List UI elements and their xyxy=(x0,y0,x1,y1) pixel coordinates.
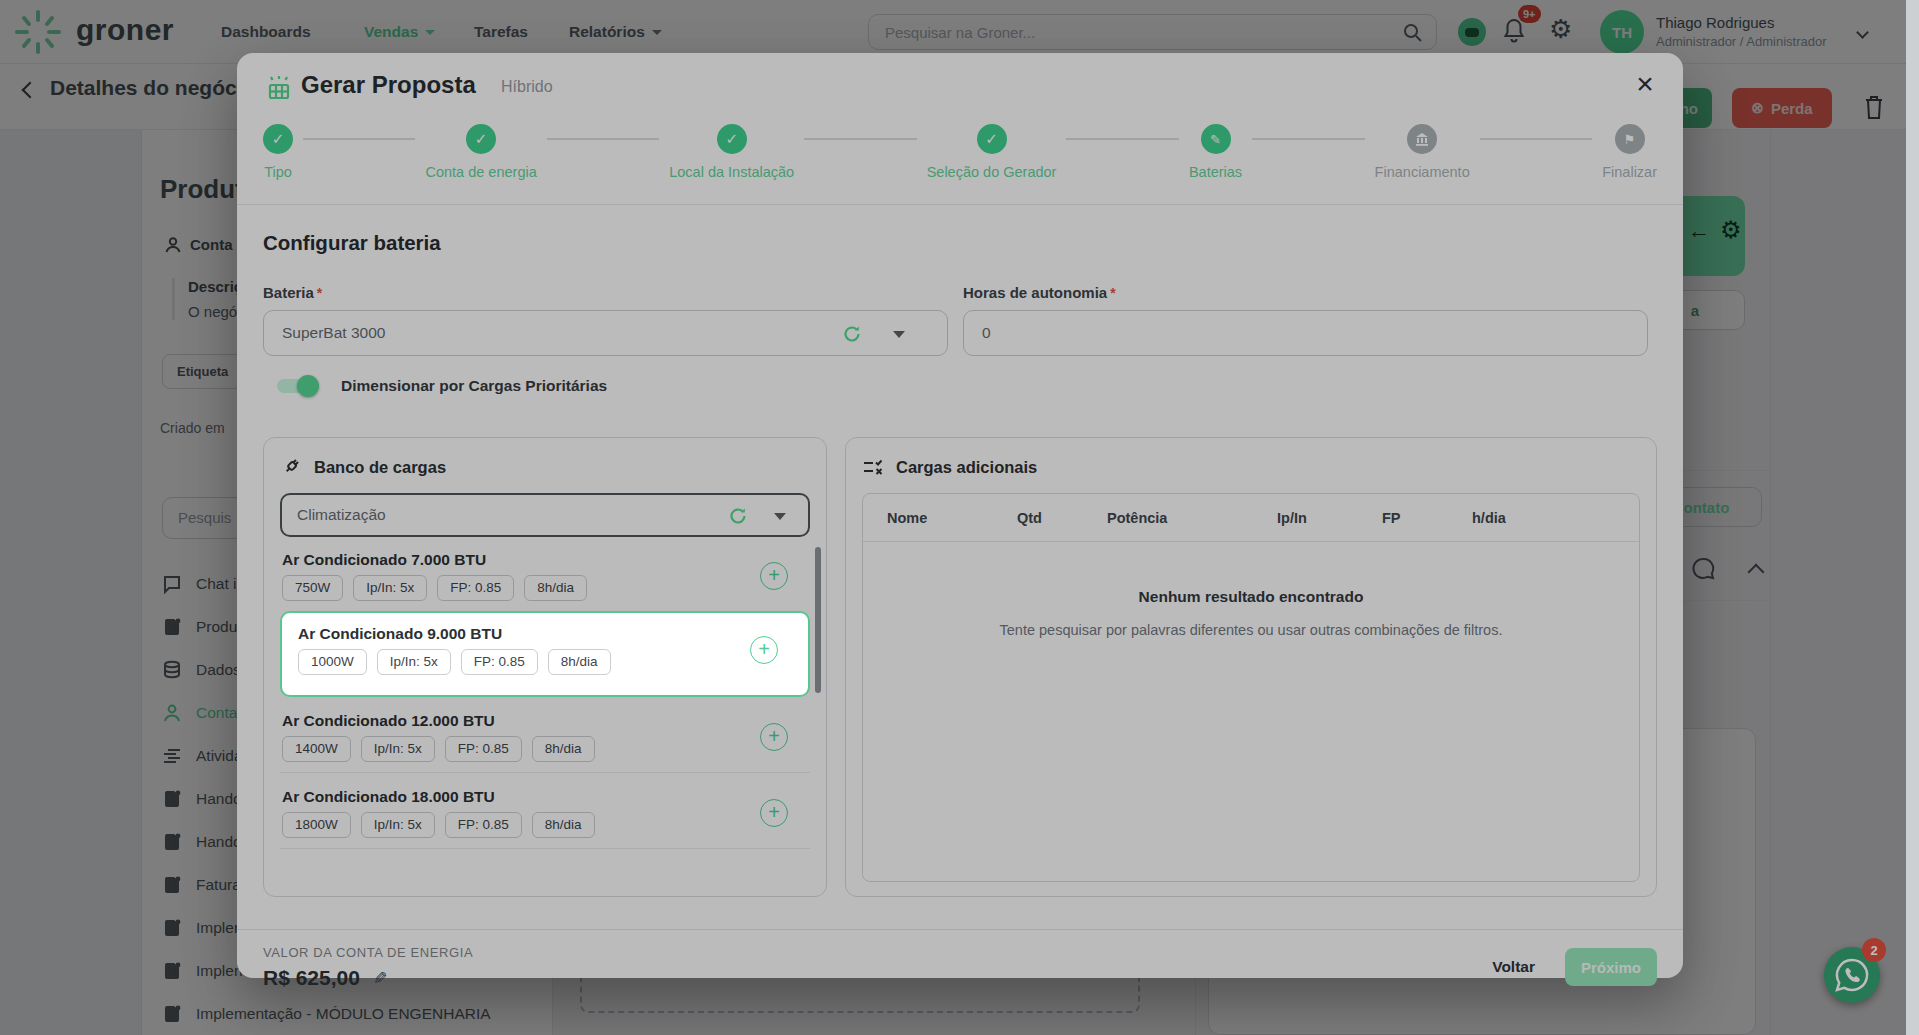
add-load-button[interactable]: + xyxy=(760,723,788,751)
empty-state-title: Nenhum resultado encontrado xyxy=(863,588,1639,606)
step-conta-de-energia[interactable]: ✓Conta de energia xyxy=(425,124,536,180)
step-baterias[interactable]: ✎Baterias xyxy=(1189,124,1242,180)
load-chip: FP: 0.85 xyxy=(461,649,538,675)
column-header: Nome xyxy=(887,510,1017,526)
modal-body: Configurar bateria Bateria* SuperBat 300… xyxy=(237,231,1683,929)
filter-check-icon xyxy=(862,456,884,478)
load-chip: FP: 0.85 xyxy=(445,812,522,838)
refresh-icon[interactable] xyxy=(842,324,862,344)
load-chip: 750W xyxy=(282,575,343,601)
step-check-icon: ✓ xyxy=(717,124,747,154)
edit-pencil-icon[interactable]: ✎ xyxy=(369,970,390,984)
load-item[interactable]: Ar Condicionado 18.000 BTU1800WIp/In: 5x… xyxy=(280,773,810,849)
browser-scrollbar[interactable] xyxy=(1906,0,1919,1035)
additional-loads-panel: Cargas adicionais NomeQtdPotênciaIp/InFP… xyxy=(845,437,1657,897)
step-connector xyxy=(804,138,916,140)
next-button[interactable]: Próximo xyxy=(1565,948,1657,986)
step-check-icon: ✓ xyxy=(977,124,1007,154)
column-header: FP xyxy=(1382,510,1472,526)
stepper: ✓Tipo ✓Conta de energia ✓Local da Instalaç… xyxy=(237,110,1683,205)
load-chip: 8h/dia xyxy=(532,812,595,838)
load-chip: Ip/In: 5x xyxy=(361,736,435,762)
back-button[interactable]: Voltar xyxy=(1492,958,1535,976)
scrollbar-thumb[interactable] xyxy=(815,547,821,693)
load-chip: 1800W xyxy=(282,812,351,838)
load-chip: 8h/dia xyxy=(524,575,587,601)
step-financiamento[interactable]: Financiamento xyxy=(1375,124,1470,180)
solar-proposal-icon xyxy=(265,74,293,102)
step-check-icon: ✓ xyxy=(263,124,293,154)
autonomy-input[interactable]: 0 xyxy=(963,310,1648,356)
section-title: Configurar bateria xyxy=(263,231,1657,255)
additional-loads-title: Cargas adicionais xyxy=(896,458,1037,477)
load-bank-panel: Banco de cargas Climatização Ar Condicio… xyxy=(263,437,827,897)
battery-label: Bateria* xyxy=(263,284,948,302)
load-chip: 8h/dia xyxy=(548,649,611,675)
step-connector xyxy=(1480,138,1592,140)
whatsapp-button[interactable]: 2 xyxy=(1824,947,1880,1003)
step-connector xyxy=(303,138,415,140)
bill-label: VALOR DA CONTA DE ENERGIA xyxy=(263,945,1492,960)
load-item[interactable]: Ar Condicionado 9.000 BTU1000WIp/In: 5xF… xyxy=(280,611,810,697)
modal-subtitle: Híbrido xyxy=(501,78,553,96)
chevron-down-icon xyxy=(774,513,786,520)
load-chip: FP: 0.85 xyxy=(445,736,522,762)
additional-loads-table: NomeQtdPotênciaIp/InFPh/dia Nenhum resul… xyxy=(862,493,1640,882)
modal-title: Gerar Proposta xyxy=(301,71,476,99)
refresh-icon[interactable] xyxy=(728,506,748,526)
chevron-down-icon xyxy=(893,331,905,338)
bill-value: R$ 625,00 xyxy=(263,966,360,990)
load-category-select[interactable]: Climatização xyxy=(280,493,810,537)
load-item[interactable]: Ar Condicionado 7.000 BTU750WIp/In: 5xFP… xyxy=(280,547,810,611)
add-load-button[interactable]: + xyxy=(750,636,778,664)
battery-select[interactable]: SuperBat 3000 xyxy=(263,310,948,356)
column-header: Qtd xyxy=(1017,510,1107,526)
step-finalizar[interactable]: ⚑Finalizar xyxy=(1602,124,1657,180)
column-header: h/dia xyxy=(1472,510,1572,526)
load-item[interactable]: Ar Condicionado 12.000 BTU1400WIp/In: 5x… xyxy=(280,697,810,773)
step-connector xyxy=(547,138,659,140)
load-chip: 1400W xyxy=(282,736,351,762)
load-chip: Ip/In: 5x xyxy=(361,812,435,838)
load-bank-title: Banco de cargas xyxy=(314,458,446,477)
autonomy-label: Horas de autonomia* xyxy=(963,284,1648,302)
step-local-da-instalação[interactable]: ✓Local da Instalação xyxy=(669,124,794,180)
step-seleção-do-gerador[interactable]: ✓Seleção do Gerador xyxy=(927,124,1057,180)
empty-state-subtitle: Tente pesquisar por palavras diferentes … xyxy=(863,622,1639,638)
load-chip: 8h/dia xyxy=(532,736,595,762)
whatsapp-badge: 2 xyxy=(1862,938,1886,962)
add-load-button[interactable]: + xyxy=(760,799,788,827)
step-connector xyxy=(1252,138,1364,140)
step-bank-icon xyxy=(1407,124,1437,154)
add-load-button[interactable]: + xyxy=(760,562,788,590)
step-flag-icon: ⚑ xyxy=(1615,124,1645,154)
close-icon[interactable]: × xyxy=(1627,67,1663,103)
priority-loads-toggle[interactable] xyxy=(277,378,317,394)
step-check-icon: ✓ xyxy=(466,124,496,154)
column-header: Potência xyxy=(1107,510,1277,526)
step-connector xyxy=(1066,138,1178,140)
plug-icon xyxy=(280,456,302,478)
modal-header: Gerar Proposta Híbrido × xyxy=(237,53,1683,110)
load-chip: Ip/In: 5x xyxy=(377,649,451,675)
step-pencil-icon: ✎ xyxy=(1201,124,1231,154)
toggle-label: Dimensionar por Cargas Prioritárias xyxy=(341,377,607,395)
load-chip: FP: 0.85 xyxy=(437,575,514,601)
modal-footer: VALOR DA CONTA DE ENERGIA R$ 625,00 ✎ Vo… xyxy=(237,929,1683,1004)
load-chip: Ip/In: 5x xyxy=(353,575,427,601)
column-header: Ip/In xyxy=(1277,510,1382,526)
generate-proposal-modal: Gerar Proposta Híbrido × ✓Tipo ✓Conta de … xyxy=(237,53,1683,978)
step-tipo[interactable]: ✓Tipo xyxy=(263,124,293,180)
load-chip: 1000W xyxy=(298,649,367,675)
